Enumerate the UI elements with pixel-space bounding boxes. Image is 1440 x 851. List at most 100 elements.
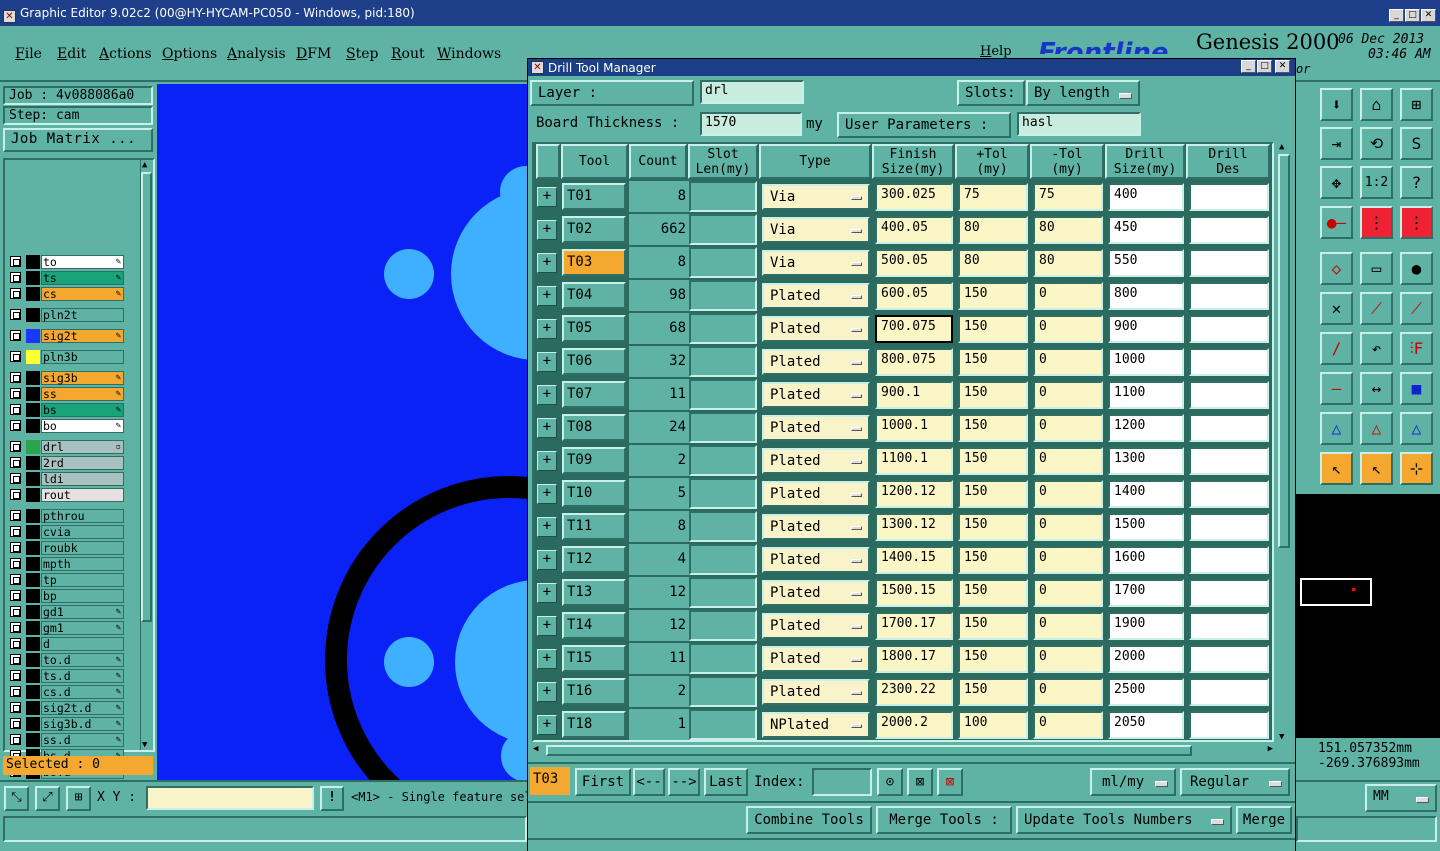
drill-des-input[interactable] xyxy=(1189,447,1269,475)
tool-width-icon[interactable]: ↔ xyxy=(1360,372,1393,405)
tool-tri2-icon[interactable]: △ xyxy=(1360,412,1393,445)
type-dropdown[interactable]: Plated xyxy=(762,448,870,474)
layer-checkbox[interactable] xyxy=(10,606,21,617)
type-dropdown[interactable]: Plated xyxy=(762,514,870,540)
layer-row[interactable]: mpth xyxy=(8,557,124,571)
tool-cycle-icon[interactable]: ⟲ xyxy=(1360,127,1393,160)
tool-cell[interactable]: T13 xyxy=(562,579,626,606)
info-icon[interactable]: ! xyxy=(320,786,344,811)
tool-flip-icon[interactable]: ⫶F xyxy=(1400,332,1433,365)
layer-row[interactable]: ts ✎ xyxy=(8,271,124,285)
close-button[interactable]: ✕ xyxy=(1421,9,1436,22)
minimize-button[interactable]: _ xyxy=(1389,9,1404,22)
finish-size-input[interactable]: 1700.17 xyxy=(875,612,953,640)
tool-line-icon[interactable]: ⟋ xyxy=(1360,292,1393,325)
layer-row[interactable]: ts.d ✎ xyxy=(8,669,124,683)
next-button[interactable]: --> xyxy=(668,768,700,796)
table-scroll-up[interactable]: ▲ xyxy=(1279,142,1284,152)
drawing-canvas[interactable] xyxy=(157,84,529,780)
drill-size-input[interactable]: 550 xyxy=(1108,249,1184,277)
type-dropdown[interactable]: Plated xyxy=(762,382,870,408)
expand-row-icon[interactable]: + xyxy=(537,253,557,273)
job-matrix-button[interactable]: Job Matrix ... xyxy=(3,128,153,152)
layer-color-swatch[interactable] xyxy=(26,255,40,269)
layer-name[interactable]: ts.d ✎ xyxy=(41,669,124,683)
drill-des-input[interactable] xyxy=(1189,546,1269,574)
expand-row-icon[interactable]: + xyxy=(537,550,557,570)
minus-tol-input[interactable]: 0 xyxy=(1033,579,1103,607)
layer-name[interactable]: sig3b.d ✎ xyxy=(41,717,124,731)
expand-row-icon[interactable]: + xyxy=(537,187,557,207)
expand-row-icon[interactable]: + xyxy=(537,682,557,702)
layer-name[interactable]: pln2t xyxy=(41,308,124,322)
drill-size-input[interactable]: 1900 xyxy=(1108,612,1184,640)
layer-name[interactable]: to.d ✎ xyxy=(41,653,124,667)
zoom-fit-icon[interactable]: ⤢ xyxy=(35,786,60,811)
type-dropdown[interactable]: Via xyxy=(762,217,870,243)
layer-checkbox[interactable] xyxy=(10,526,21,537)
drill-size-input[interactable]: 1500 xyxy=(1108,513,1184,541)
tool-row[interactable]: + T03 8 Via 500.05 80 80 550 xyxy=(534,247,1272,278)
layer-color-swatch[interactable] xyxy=(26,371,40,385)
tool-cell[interactable]: T16 xyxy=(562,678,626,705)
locate-icon[interactable]: ⊙ xyxy=(877,768,903,796)
minus-tol-input[interactable]: 0 xyxy=(1033,513,1103,541)
layer-input[interactable]: drl xyxy=(700,80,804,104)
tool-row[interactable]: + T13 12 Plated 1500.15 150 0 1700 xyxy=(534,577,1272,608)
layer-row[interactable]: cs.d ✎ xyxy=(8,685,124,699)
layer-color-swatch[interactable] xyxy=(26,701,40,715)
layer-name[interactable]: pln3b xyxy=(41,350,124,364)
tool-row[interactable]: + T01 8 Via 300.025 75 75 400 xyxy=(534,181,1272,212)
finish-size-input[interactable]: 900.1 xyxy=(875,381,953,409)
drill-des-input[interactable] xyxy=(1189,348,1269,376)
expand-row-icon[interactable]: + xyxy=(537,451,557,471)
layer-row[interactable]: ss.d ✎ xyxy=(8,733,124,747)
layer-checkbox[interactable] xyxy=(10,510,21,521)
tool-row[interactable]: + T04 98 Plated 600.05 150 0 800 xyxy=(534,280,1272,311)
plus-tol-input[interactable]: 150 xyxy=(958,546,1028,574)
layer-row[interactable]: gd1 ✎ xyxy=(8,605,124,619)
layer-checkbox[interactable] xyxy=(10,558,21,569)
layer-checkbox[interactable] xyxy=(10,441,21,452)
drill-des-input[interactable] xyxy=(1189,579,1269,607)
tool-row[interactable]: + T07 11 Plated 900.1 150 0 1100 xyxy=(534,379,1272,410)
prev-button[interactable]: <-- xyxy=(633,768,665,796)
layer-color-swatch[interactable] xyxy=(26,653,40,667)
layer-name[interactable]: tp xyxy=(41,573,124,587)
layer-scrollbar[interactable]: ▲ ▼ xyxy=(140,160,152,750)
expand-row-icon[interactable]: + xyxy=(537,319,557,339)
type-dropdown[interactable]: Plated xyxy=(762,580,870,606)
layer-color-swatch[interactable] xyxy=(26,605,40,619)
minus-tol-input[interactable]: 0 xyxy=(1033,414,1103,442)
layer-color-swatch[interactable] xyxy=(26,509,40,523)
finish-size-input[interactable]: 1300.12 xyxy=(875,513,953,541)
expand-row-icon[interactable]: + xyxy=(537,517,557,537)
drill-des-input[interactable] xyxy=(1189,414,1269,442)
table-hscrollbar[interactable]: ◀ ▶ xyxy=(532,744,1274,758)
layer-row[interactable]: sig3b ✎ xyxy=(8,371,124,385)
plus-tol-input[interactable]: 150 xyxy=(958,645,1028,673)
layer-color-swatch[interactable] xyxy=(26,387,40,401)
tool-arc-icon[interactable]: ⟋ xyxy=(1400,292,1433,325)
tool-cell[interactable]: T11 xyxy=(562,513,626,540)
minus-tol-input[interactable]: 0 xyxy=(1033,612,1103,640)
layer-name[interactable]: sig2t ✎ xyxy=(41,329,124,343)
finish-size-input[interactable]: 700.075 xyxy=(875,315,953,343)
layer-row[interactable]: rout xyxy=(8,488,124,502)
drill-size-input[interactable]: 1100 xyxy=(1108,381,1184,409)
expand-row-icon[interactable]: + xyxy=(537,352,557,372)
tool-pointer2-icon[interactable]: ↖ xyxy=(1360,452,1393,485)
layer-checkbox[interactable] xyxy=(10,372,21,383)
expand-row-icon[interactable]: + xyxy=(537,649,557,669)
tool-cell[interactable]: T18 xyxy=(562,711,626,738)
drill-size-input[interactable]: 1400 xyxy=(1108,480,1184,508)
tool-save-icon[interactable]: ⬇ xyxy=(1320,88,1353,121)
layer-name[interactable]: ldi xyxy=(41,472,124,486)
slots-dropdown[interactable]: By length xyxy=(1026,80,1140,106)
tool-row[interactable]: + T05 68 Plated 700.075 150 0 900 xyxy=(534,313,1272,344)
layer-name[interactable]: to ✎ xyxy=(41,255,124,269)
type-dropdown[interactable]: Via xyxy=(762,184,870,210)
plus-tol-input[interactable]: 80 xyxy=(958,216,1028,244)
tool-cell[interactable]: T10 xyxy=(562,480,626,507)
menu-rout[interactable]: Rout xyxy=(391,46,425,62)
